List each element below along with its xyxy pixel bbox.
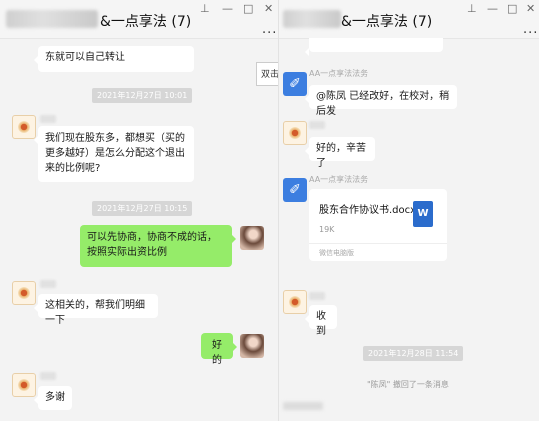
message-bubble: 我们现在股东多，都想买（买的更多越好）是怎么分配这个退出来的比例呢? <box>34 126 194 182</box>
maximize-button[interactable]: □ <box>507 2 517 16</box>
minimize-button[interactable]: — <box>487 2 498 16</box>
side-popup-button[interactable]: 双击 <box>256 62 278 86</box>
avatar-self[interactable] <box>240 334 264 358</box>
message-bubble: 东就可以自己转让 <box>34 46 194 72</box>
message-bubble: 这相关的，帮我们明细一下 <box>34 294 158 326</box>
avatar[interactable] <box>12 281 36 305</box>
redacted-sender-name <box>309 121 325 129</box>
sender-name: AA一点享法法务 <box>309 69 369 78</box>
message-text: 收到 <box>316 311 326 337</box>
redacted-content <box>283 402 323 410</box>
avatar-self[interactable] <box>240 226 264 250</box>
app-avatar[interactable]: ✐ <box>283 72 307 96</box>
message-bubble-self: 好的 <box>201 333 237 366</box>
file-source: 微信电脑版 <box>309 243 447 261</box>
message-text: 东就可以自己转让 <box>45 52 125 63</box>
message-bubble: 收到 <box>305 305 337 337</box>
close-button[interactable]: ✕ <box>264 2 273 16</box>
redacted-sender-name <box>40 280 56 288</box>
more-options-button[interactable]: ... <box>523 22 538 37</box>
file-size: 19K <box>319 225 335 234</box>
redacted-group-name <box>283 10 341 28</box>
chat-window-left: &一点享法 (7) ⊥ — □ ✕ ... 东就可以自己转让 双击 2021年1… <box>0 0 278 421</box>
timestamp: 2021年12月27日 10:15 <box>92 201 193 216</box>
chat-window-right: &一点享法 (7) ⊥ — □ ✕ ... ✐ AA一点享法法务 @陈凤 已经改… <box>278 0 539 421</box>
message-bubble-self: 可以先协商，协商不成的话，按照实际出资比例 <box>80 225 236 267</box>
avatar[interactable] <box>12 373 36 397</box>
maximize-button[interactable]: □ <box>243 2 253 16</box>
redacted-sender-name <box>309 292 325 300</box>
timestamp: 2021年12月27日 10:01 <box>92 88 193 103</box>
message-text: 好的 <box>212 340 222 366</box>
sender-name: AA一点享法法务 <box>309 175 369 184</box>
chat-title: &一点享法 (7) <box>100 14 192 30</box>
message-text: 这相关的，帮我们明细一下 <box>45 300 145 326</box>
title-bar: &一点享法 (7) ⊥ — □ ✕ ... <box>279 0 539 39</box>
file-name: 股东合作协议书.docx <box>319 205 417 216</box>
avatar[interactable] <box>283 121 307 145</box>
message-text: 好的，辛苦了 <box>316 143 366 169</box>
message-bubble: 多谢 <box>34 386 72 410</box>
chat-title: &一点享法 (7) <box>341 14 433 30</box>
app-avatar[interactable]: ✐ <box>283 178 307 202</box>
file-card[interactable]: 股东合作协议书.docx 19K W 微信电脑版 <box>309 189 447 261</box>
redacted-group-name <box>6 10 98 28</box>
message-bubble-partial <box>305 38 443 56</box>
more-options-button[interactable]: ... <box>262 22 277 37</box>
message-text: @陈凤 已经改好，在校对，稍后发 <box>316 91 450 117</box>
message-bubble: @陈凤 已经改好，在校对，稍后发 <box>305 85 457 117</box>
recall-notice: "陈凤" 撤回了一条消息 <box>367 380 449 389</box>
redacted-sender-name <box>40 372 56 380</box>
pin-icon[interactable]: ⊥ <box>467 2 477 16</box>
message-text: 可以先协商，协商不成的话，按照实际出资比例 <box>87 232 217 258</box>
close-button[interactable]: ✕ <box>526 2 535 16</box>
word-file-icon: W <box>413 201 433 227</box>
message-bubble: 好的，辛苦了 <box>305 137 375 169</box>
message-text: 我们现在股东多，都想买（买的更多越好）是怎么分配这个退出来的比例呢? <box>45 133 185 174</box>
message-text: 多谢 <box>45 392 65 403</box>
timestamp: 2021年12月28日 11:54 <box>363 346 464 361</box>
title-bar: &一点享法 (7) ⊥ — □ ✕ ... <box>0 0 278 39</box>
pin-icon[interactable]: ⊥ <box>200 2 210 16</box>
redacted-sender-name <box>40 115 56 123</box>
minimize-button[interactable]: — <box>222 2 233 16</box>
avatar[interactable] <box>283 290 307 314</box>
